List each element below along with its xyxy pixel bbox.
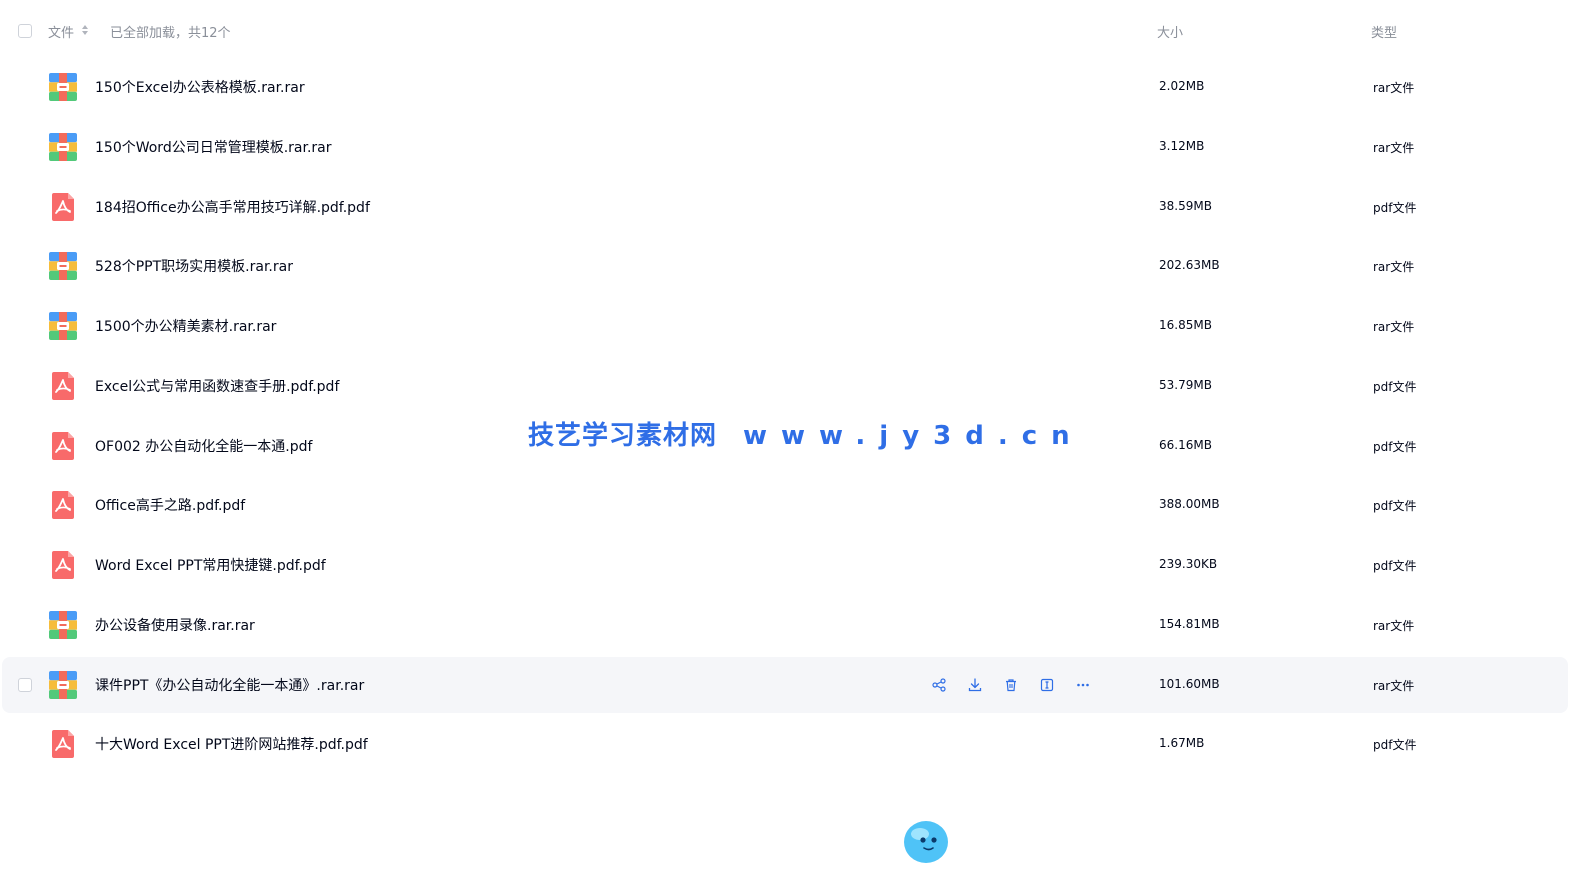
rar-archive-icon xyxy=(48,132,78,162)
file-size: 202.63MB xyxy=(1159,258,1220,273)
column-header-filename[interactable]: 文件 xyxy=(48,22,74,41)
file-type: pdf文件 xyxy=(1373,559,1417,573)
loaded-count-text: 已全部加载，共12个 xyxy=(110,26,231,41)
file-name[interactable]: 办公设备使用录像.rar.rar xyxy=(95,615,255,635)
file-type: rar文件 xyxy=(1373,618,1415,633)
pdf-file-icon xyxy=(48,431,78,461)
column-header-size[interactable]: 大小 xyxy=(1157,22,1183,41)
file-row[interactable]: 528个PPT职场实用模板.rar.rar 202.63MB rar文件 xyxy=(2,238,1568,294)
watermark-url: www.jy3d.cn xyxy=(743,421,1084,451)
pdf-file-icon xyxy=(48,192,78,222)
rar-archive-icon xyxy=(48,311,78,341)
file-size: 1.67MB xyxy=(1159,736,1205,751)
file-name[interactable]: 1500个办公精美素材.rar.rar xyxy=(95,316,276,336)
file-row[interactable]: 150个Excel办公表格模板.rar.rar 2.02MB rar文件 xyxy=(2,59,1568,115)
watermark-text: 技艺学习素材网 www.jy3d.cn xyxy=(528,415,1084,452)
more-icon[interactable] xyxy=(1073,675,1093,695)
file-size: 16.85MB xyxy=(1159,318,1212,332)
rename-icon[interactable] xyxy=(1037,675,1057,695)
file-size: 53.79MB xyxy=(1159,377,1212,392)
file-type: rar文件 xyxy=(1373,320,1415,334)
file-size: 239.30KB xyxy=(1159,557,1218,571)
file-type: rar文件 xyxy=(1373,81,1415,95)
watermark-site-name: 技艺学习素材网 xyxy=(528,421,718,451)
file-name[interactable]: 十大Word Excel PPT进阶网站推荐.pdf.pdf xyxy=(95,734,368,754)
file-name[interactable]: 184招Office办公高手常用技巧详解.pdf.pdf xyxy=(95,197,370,217)
select-all-checkbox[interactable] xyxy=(18,24,32,38)
pdf-file-icon xyxy=(48,550,78,580)
share-icon[interactable] xyxy=(929,675,949,695)
file-size: 3.12MB xyxy=(1159,138,1205,153)
column-header-type[interactable]: 类型 xyxy=(1371,22,1397,41)
file-row[interactable]: 十大Word Excel PPT进阶网站推荐.pdf.pdf 1.67MB pdf文… xyxy=(2,716,1568,772)
file-type: pdf文件 xyxy=(1373,499,1417,514)
file-type: pdf文件 xyxy=(1373,379,1417,394)
file-row[interactable]: 1500个办公精美素材.rar.rar 16.85MB rar文件 xyxy=(2,298,1568,354)
rar-archive-icon xyxy=(48,670,78,700)
rar-archive-icon xyxy=(48,72,78,102)
file-size: 38.59MB xyxy=(1159,198,1212,213)
file-row[interactable]: 办公设备使用录像.rar.rar 154.81MB rar文件 xyxy=(2,597,1568,653)
rar-archive-icon xyxy=(48,610,78,640)
file-name[interactable]: Word Excel PPT常用快捷键.pdf.pdf xyxy=(95,555,326,575)
file-name[interactable]: 150个Excel办公表格模板.rar.rar xyxy=(95,77,305,97)
file-row[interactable]: 课件PPT《办公自动化全能一本通》.rar.rar 101.60MB rar文件 xyxy=(2,656,1568,713)
file-type: rar文件 xyxy=(1373,140,1415,155)
file-type: pdf文件 xyxy=(1373,439,1417,454)
rar-archive-icon xyxy=(48,251,78,281)
file-size: 101.60MB xyxy=(1159,676,1220,691)
file-list-header: 文件 已全部加载，共12个 大小 类型 xyxy=(0,0,1575,62)
download-icon[interactable] xyxy=(965,675,985,695)
file-size: 388.00MB xyxy=(1159,497,1220,512)
file-row[interactable]: Word Excel PPT常用快捷键.pdf.pdf 239.30KB pdf文件 xyxy=(2,537,1568,593)
file-type: pdf文件 xyxy=(1373,200,1417,215)
delete-icon[interactable] xyxy=(1001,675,1021,695)
sort-icon[interactable] xyxy=(81,24,89,36)
file-name[interactable]: 150个Word公司日常管理模板.rar.rar xyxy=(95,137,332,157)
file-row[interactable]: Office高手之路.pdf.pdf 388.00MB pdf文件 xyxy=(2,477,1568,533)
file-size: 2.02MB xyxy=(1159,79,1205,93)
file-name[interactable]: OF002 办公自动化全能一本通.pdf xyxy=(95,436,312,456)
assistant-mascot-icon[interactable] xyxy=(886,800,966,870)
file-name[interactable]: Excel公式与常用函数速查手册.pdf.pdf xyxy=(95,376,339,396)
row-checkbox[interactable] xyxy=(18,677,32,692)
file-row[interactable]: 150个Word公司日常管理模板.rar.rar 3.12MB rar文件 xyxy=(2,119,1568,175)
file-row[interactable]: 184招Office办公高手常用技巧详解.pdf.pdf 38.59MB pdf文件 xyxy=(2,179,1568,235)
pdf-file-icon xyxy=(48,729,78,759)
file-type: rar文件 xyxy=(1373,678,1415,693)
file-type: rar文件 xyxy=(1373,260,1415,275)
file-row[interactable]: Excel公式与常用函数速查手册.pdf.pdf 53.79MB pdf文件 xyxy=(2,358,1568,414)
file-name[interactable]: 528个PPT职场实用模板.rar.rar xyxy=(95,256,293,276)
file-name[interactable]: 课件PPT《办公自动化全能一本通》.rar.rar xyxy=(95,675,364,695)
pdf-file-icon xyxy=(48,490,78,520)
file-size: 154.81MB xyxy=(1159,616,1220,631)
file-name[interactable]: Office高手之路.pdf.pdf xyxy=(95,495,245,515)
file-type: pdf文件 xyxy=(1373,738,1417,753)
pdf-file-icon xyxy=(48,371,78,401)
file-size: 66.16MB xyxy=(1159,437,1212,452)
